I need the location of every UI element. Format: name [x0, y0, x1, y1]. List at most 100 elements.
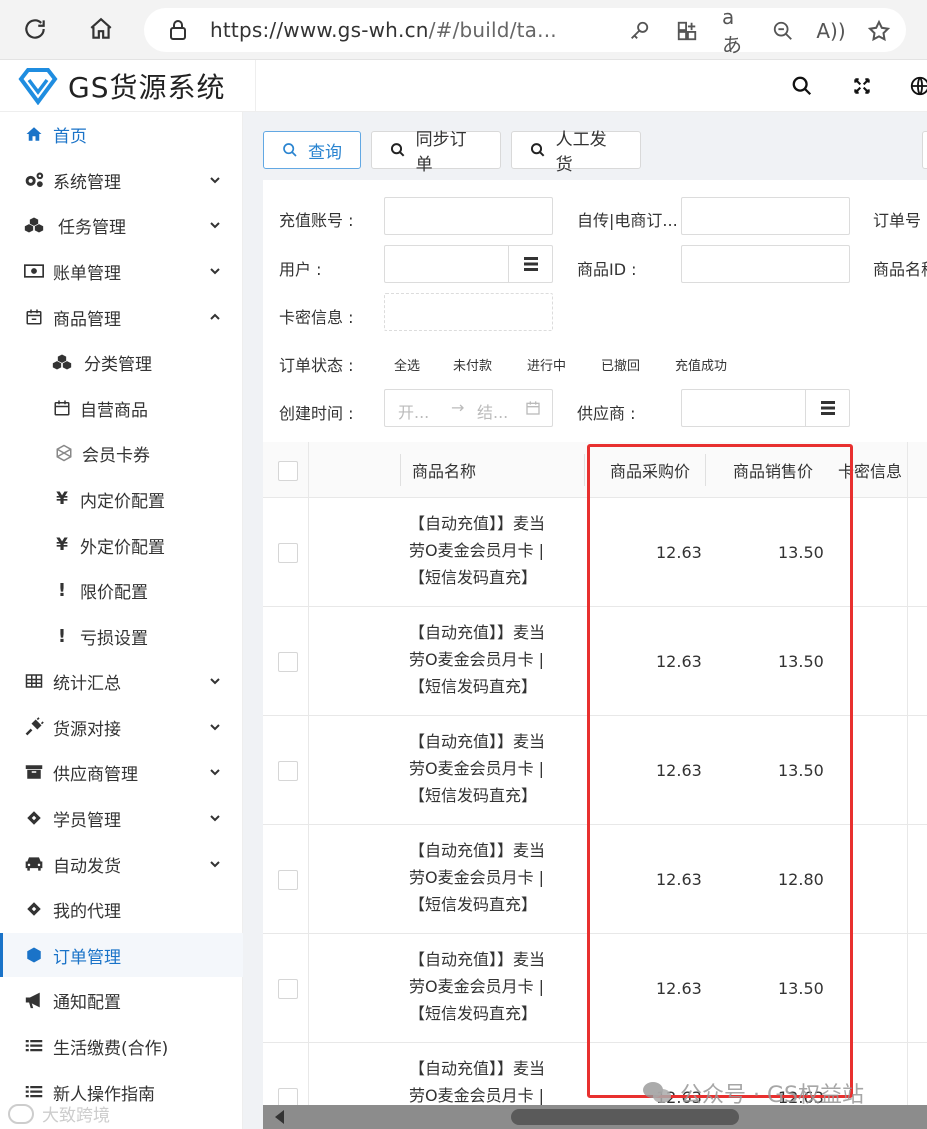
- search-icon: [530, 143, 545, 157]
- lock-icon: [170, 20, 186, 40]
- self-order-input[interactable]: [681, 197, 850, 235]
- sidebar-item-label: 通知配置: [53, 992, 121, 1013]
- sidebar-item-home[interactable]: 首页: [0, 112, 243, 156]
- status-option-withdrawn[interactable]: 已撤回: [601, 355, 640, 374]
- status-option-in-progress[interactable]: 进行中: [527, 355, 566, 374]
- sidebar-item-loss-settings[interactable]: ! 亏损设置: [0, 614, 243, 658]
- zoom-out-icon[interactable]: [770, 18, 796, 44]
- column-header-sale-price[interactable]: 商品销售价: [733, 442, 813, 498]
- sidebar: 首页 系统管理 任务管理 账单管理 商品管理 分类管理 自营商品 会员卡券 ¥ …: [0, 112, 243, 1129]
- product-name-cell: 【自动充值】】麦当 劳O麦金会员月卡 | 【短信发码直充】: [409, 950, 546, 1023]
- logo-icon: [18, 68, 58, 105]
- ticket-icon: [24, 899, 44, 919]
- chevron-down-icon: [210, 861, 220, 868]
- sale-price-cell: 13.50: [778, 979, 824, 998]
- apps-icon[interactable]: [674, 18, 700, 44]
- chevron-down-icon: [210, 815, 220, 822]
- status-option-unpaid[interactable]: 未付款: [453, 355, 492, 374]
- home-icon[interactable]: [86, 14, 116, 44]
- column-header-card-info[interactable]: 卡密信息: [838, 442, 902, 498]
- list-picker-icon[interactable]: [805, 390, 849, 426]
- sidebar-item-price-limit[interactable]: ! 限价配置: [0, 568, 243, 612]
- recharge-account-input[interactable]: [384, 197, 553, 235]
- logo-text: GS货源系统: [68, 71, 226, 104]
- favorite-star-icon[interactable]: [866, 18, 892, 44]
- sidebar-item-internal-pricing[interactable]: ¥ 内定价配置: [0, 477, 243, 521]
- sidebar-item-notifications[interactable]: 通知配置: [0, 978, 243, 1022]
- sidebar-item-label: 自营商品: [80, 400, 148, 421]
- fullscreen-icon[interactable]: [848, 72, 876, 100]
- chevron-down-icon: [210, 724, 220, 731]
- sidebar-item-tasks[interactable]: 任务管理: [0, 203, 243, 247]
- row-checkbox[interactable]: [278, 761, 298, 781]
- sidebar-item-auto-ship[interactable]: 自动发货: [0, 842, 243, 886]
- sidebar-item-source-integration[interactable]: 货源对接: [0, 705, 243, 749]
- order-panel: 充值账号 : 自传|电商订... 订单号 用户 : 商品ID : 商品名称 卡密…: [263, 180, 927, 1129]
- sidebar-item-label: 生活缴费(合作): [53, 1038, 169, 1059]
- user-select[interactable]: [384, 245, 553, 283]
- search-icon: [283, 143, 297, 157]
- create-time-label: 创建时间 :: [279, 404, 354, 423]
- status-option-all[interactable]: 全选: [394, 355, 420, 374]
- sidebar-item-label: 学员管理: [53, 810, 121, 831]
- sidebar-item-label: 分类管理: [84, 354, 152, 375]
- sidebar-item-students[interactable]: 学员管理: [0, 796, 243, 840]
- date-range-picker[interactable]: 开... → 结...: [384, 389, 553, 427]
- table-row[interactable]: 【自动充值】】麦当 劳O麦金会员月卡 | 【短信发码直充】 12.63 12.80: [263, 825, 927, 934]
- translate-icon[interactable]: aあ: [722, 5, 748, 57]
- purchase-price-cell: 12.63: [656, 870, 702, 889]
- sidebar-item-label: 亏损设置: [80, 628, 148, 649]
- read-aloud-icon[interactable]: A)): [816, 18, 845, 44]
- scrollbar-thumb[interactable]: [511, 1109, 739, 1125]
- sidebar-item-orders[interactable]: 订单管理: [0, 933, 243, 977]
- sidebar-item-my-agents[interactable]: 我的代理: [0, 887, 243, 931]
- query-button[interactable]: 查询: [263, 131, 361, 169]
- app-header: GS货源系统: [0, 60, 927, 112]
- list-icon: [24, 1082, 44, 1102]
- sidebar-item-statistics[interactable]: 统计汇总: [0, 659, 243, 703]
- row-checkbox[interactable]: [278, 652, 298, 672]
- status-option-success[interactable]: 充值成功: [675, 355, 727, 374]
- sale-price-cell: 13.50: [778, 761, 824, 780]
- row-checkbox[interactable]: [278, 979, 298, 999]
- row-checkbox[interactable]: [278, 870, 298, 890]
- column-header-purchase-price[interactable]: 商品采购价: [610, 442, 690, 498]
- table-row[interactable]: 【自动充值】】麦当 劳O麦金会员月卡 | 【短信发码直充】 12.63 13.50: [263, 498, 927, 607]
- card-info-input[interactable]: [384, 293, 553, 331]
- sync-orders-button[interactable]: 同步订单: [371, 130, 501, 175]
- list-picker-icon[interactable]: [508, 246, 552, 282]
- sidebar-item-products[interactable]: 商品管理: [0, 295, 243, 339]
- yen-icon: ¥: [56, 489, 68, 509]
- yen-icon: ¥: [56, 535, 68, 555]
- logo[interactable]: GS货源系统: [0, 60, 256, 112]
- address-bar[interactable]: https://www.gs-wh.cn/#/build/ta... aあ A)…: [144, 5, 906, 57]
- product-id-input[interactable]: [681, 245, 850, 283]
- date-end-placeholder: 结...: [477, 403, 509, 422]
- toolbar-extra-button[interactable]: [922, 131, 927, 169]
- table-row[interactable]: 【自动充值】】麦当 劳O麦金会员月卡 | 【短信发码直充】 12.63 13.50: [263, 934, 927, 1043]
- sidebar-item-categories[interactable]: 分类管理: [0, 340, 243, 384]
- key-icon[interactable]: [626, 18, 652, 44]
- sale-price-cell: 13.50: [778, 652, 824, 671]
- table-row[interactable]: 【自动充值】】麦当 劳O麦金会员月卡 | 【短信发码直充】 12.63 13.50: [263, 716, 927, 825]
- supplier-select[interactable]: [681, 389, 850, 427]
- chevron-up-icon: [210, 313, 220, 320]
- manual-ship-button[interactable]: 人工发货: [511, 130, 641, 175]
- search-icon[interactable]: [788, 72, 816, 100]
- scroll-left-arrow-icon[interactable]: [275, 1110, 284, 1124]
- sidebar-item-member-cards[interactable]: 会员卡券: [0, 431, 243, 475]
- row-checkbox[interactable]: [278, 543, 298, 563]
- sidebar-item-bills[interactable]: 账单管理: [0, 249, 243, 293]
- sidebar-item-utility-payments[interactable]: 生活缴费(合作): [0, 1024, 243, 1068]
- home-icon: [24, 124, 44, 144]
- table-row[interactable]: 【自动充值】】麦当 劳O麦金会员月卡 | 【短信发码直充】 12.63 13.50: [263, 607, 927, 716]
- sidebar-item-suppliers[interactable]: 供应商管理: [0, 750, 243, 794]
- column-header-name[interactable]: 商品名称: [412, 442, 476, 498]
- sidebar-item-external-pricing[interactable]: ¥ 外定价配置: [0, 523, 243, 567]
- globe-icon[interactable]: [906, 72, 927, 100]
- select-all-checkbox[interactable]: [278, 461, 298, 481]
- sale-price-cell: 12.80: [778, 870, 824, 889]
- refresh-icon[interactable]: [20, 14, 50, 44]
- sidebar-item-system[interactable]: 系统管理: [0, 158, 243, 202]
- sidebar-item-own-products[interactable]: 自营商品: [0, 386, 243, 430]
